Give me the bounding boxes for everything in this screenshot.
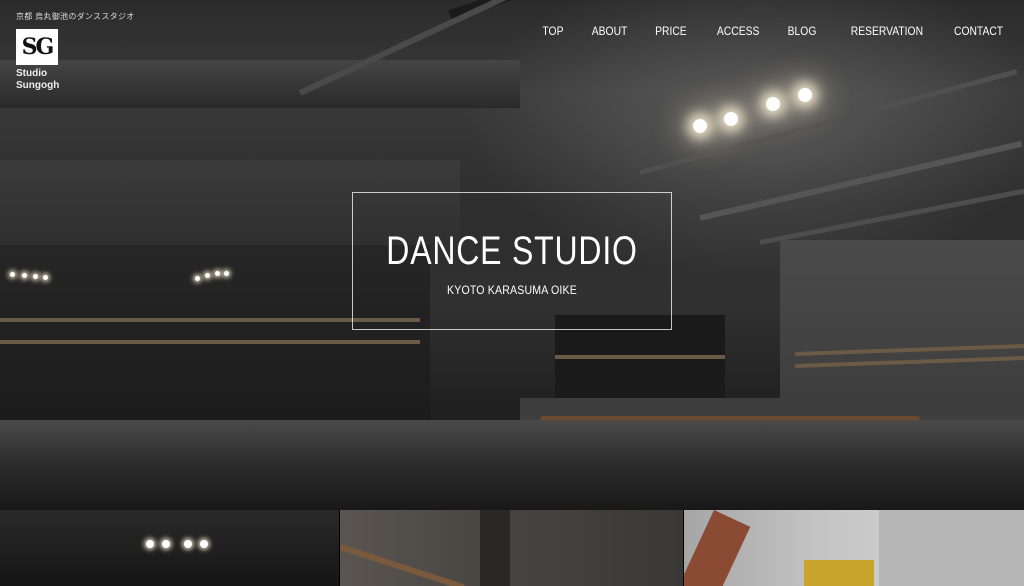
spotlight-icon: [693, 119, 707, 133]
wall: [780, 240, 1024, 400]
logo-mark-icon: SG: [16, 29, 58, 65]
nav-blog[interactable]: BLOG: [787, 24, 816, 38]
hero-title: DANCE STUDIO: [386, 229, 638, 273]
ceiling-beam: [699, 140, 1023, 221]
site-logo[interactable]: SG Studio Sungogh: [16, 29, 59, 92]
mirror-light-icon: [205, 273, 210, 278]
hero-subtitle: KYOTO KARASUMA OIKE: [447, 283, 577, 297]
spotlight-icon: [162, 540, 170, 548]
gallery-strip: [0, 510, 1024, 586]
mirror-light-icon: [195, 276, 200, 281]
spotlight-icon: [146, 540, 154, 548]
spotlight-icon: [184, 540, 192, 548]
nav-access[interactable]: ACCESS: [717, 24, 759, 38]
nav-about[interactable]: ABOUT: [592, 24, 628, 38]
gallery-thumb-entrance[interactable]: [682, 510, 1024, 586]
ceiling-beam: [0, 60, 520, 108]
nav-price[interactable]: PRICE: [656, 24, 688, 38]
ballet-barre: [555, 355, 725, 359]
ballet-barre: [0, 340, 420, 344]
hero-title-box: DANCE STUDIO KYOTO KARASUMA OIKE: [352, 192, 672, 330]
studio-floor: [0, 420, 1024, 510]
door: [803, 560, 874, 586]
gallery-thumb-barre[interactable]: [339, 510, 683, 586]
mirror-light-icon: [22, 273, 27, 278]
mirror-light-icon: [10, 272, 15, 277]
mirror-light-icon: [224, 271, 229, 276]
mirror-light-icon: [33, 274, 38, 279]
gallery-thumb-stage[interactable]: [0, 510, 340, 586]
spotlight-icon: [724, 112, 738, 126]
wall: [480, 510, 511, 586]
nav-reservation[interactable]: RESERVATION: [851, 24, 923, 38]
spotlight-icon: [766, 97, 780, 111]
wall: [878, 510, 1024, 586]
ballet-barre: [340, 544, 465, 586]
spotlight-icon: [200, 540, 208, 548]
logo-text-line2: Sungogh: [16, 80, 60, 91]
main-nav: TOP ABOUT PRICE ACCESS BLOG RESERVATION …: [516, 24, 1003, 38]
nav-contact[interactable]: CONTACT: [954, 24, 1003, 38]
mirror-light-icon: [215, 271, 220, 276]
handrail: [683, 510, 750, 586]
nav-top[interactable]: TOP: [542, 24, 563, 38]
ceiling-beam: [448, 0, 1024, 20]
mirror-light-icon: [43, 275, 48, 280]
site-tagline: 京都 烏丸御池のダンススタジオ: [16, 12, 135, 21]
logo-text-line1: Studio: [16, 68, 48, 79]
spotlight-icon: [798, 88, 812, 102]
